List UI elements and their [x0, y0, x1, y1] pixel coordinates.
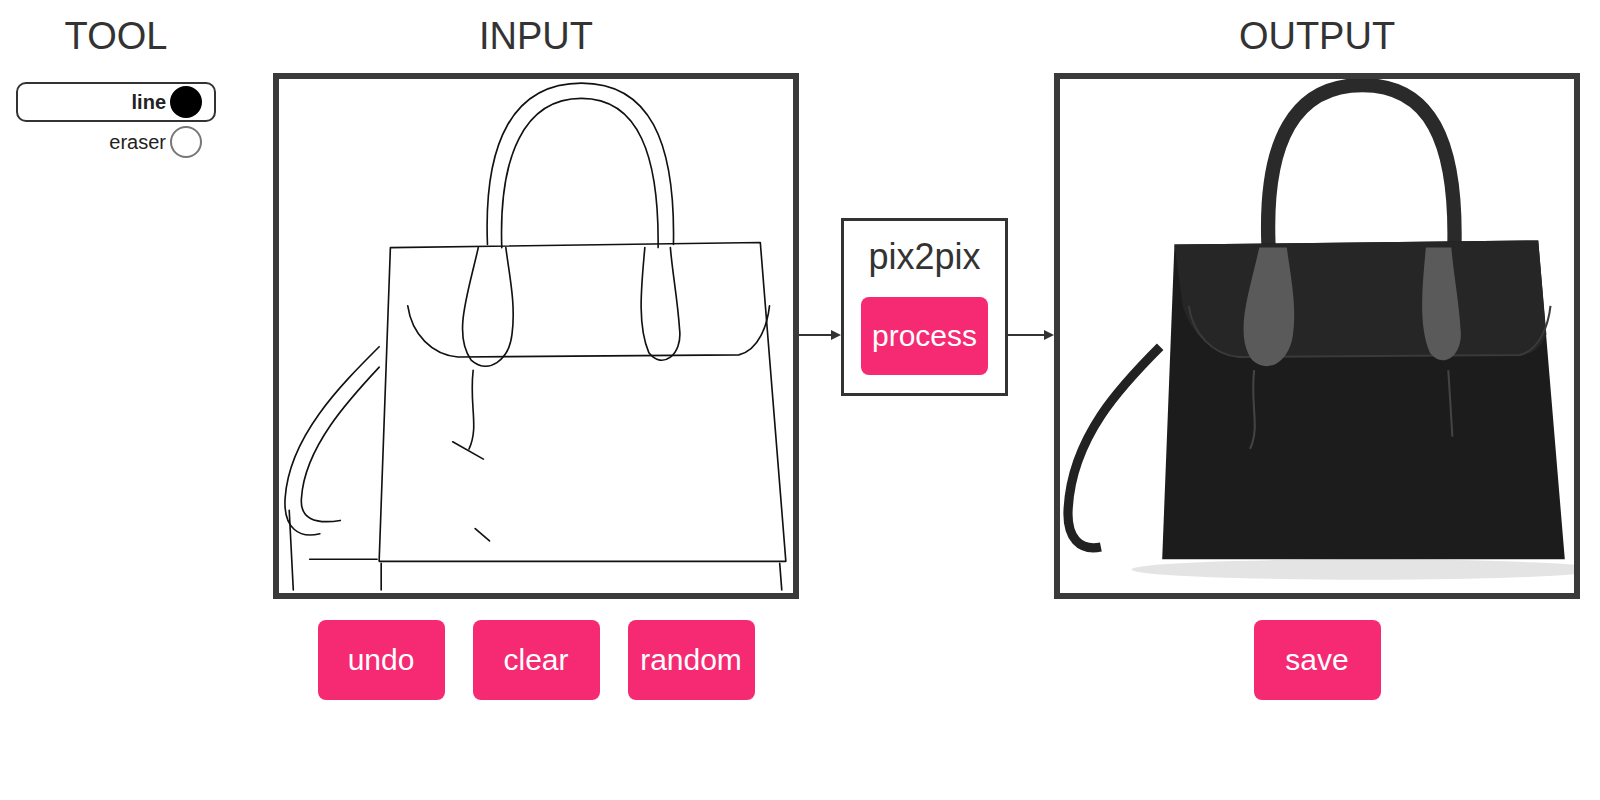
input-heading: INPUT	[273, 0, 799, 73]
process-button[interactable]: process	[861, 297, 988, 375]
model-title: pix2pix	[868, 231, 980, 283]
output-image	[1054, 73, 1580, 599]
output-panel: OUTPUT save	[1054, 0, 1580, 700]
action-button[interactable]: random	[628, 620, 755, 700]
output-heading: OUTPUT	[1054, 0, 1580, 73]
tool-label: eraser	[109, 131, 166, 154]
input-canvas[interactable]	[273, 73, 799, 599]
pix2pix-demo: TOOL line eraser INPUT undo clear random p…	[0, 0, 1600, 800]
sketch-icon	[279, 79, 793, 593]
tool-option[interactable]: line	[16, 82, 216, 122]
handbag-image-icon	[1060, 79, 1574, 593]
output-buttons: save	[1054, 620, 1580, 700]
tool-panel: TOOL line eraser	[16, 0, 216, 162]
tool-list: line eraser	[16, 82, 216, 162]
tool-heading: TOOL	[16, 0, 216, 73]
input-panel: INPUT undo clear random	[273, 0, 799, 700]
radio-icon[interactable]	[170, 86, 202, 118]
action-button[interactable]: clear	[473, 620, 600, 700]
action-button[interactable]: undo	[318, 620, 445, 700]
arrow-icon	[1008, 329, 1054, 341]
tool-option[interactable]: eraser	[16, 122, 216, 162]
model-section: pix2pix process	[799, 218, 1054, 396]
arrow-icon	[799, 329, 841, 341]
input-buttons: undo clear random	[273, 620, 799, 700]
radio-icon[interactable]	[170, 126, 202, 158]
tool-label: line	[132, 91, 166, 114]
model-box: pix2pix process	[841, 218, 1008, 396]
save-button[interactable]: save	[1254, 620, 1381, 700]
